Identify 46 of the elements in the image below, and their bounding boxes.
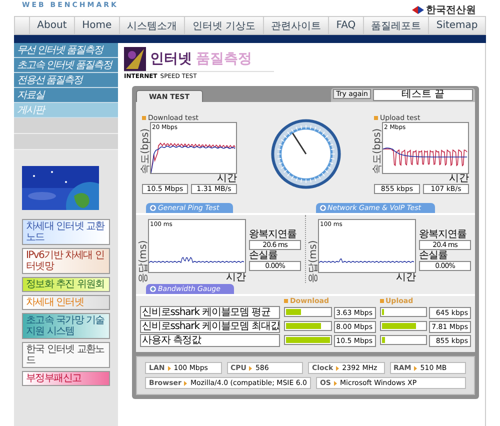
axis-label: 응답(ms): [140, 239, 148, 283]
plus-icon: [320, 205, 326, 211]
nav-link[interactable]: Home: [74, 17, 119, 34]
brand-name: 한국전산원: [426, 4, 476, 17]
nav-link[interactable]: 관련사이트: [262, 17, 328, 34]
nav-link[interactable]: FAQ: [328, 17, 363, 34]
plus-icon: [150, 286, 156, 292]
arrow-icon: [184, 380, 188, 386]
row-label: 신비로sshark 케이블모뎀 평균: [140, 306, 280, 319]
brand-logo-icon: [412, 6, 424, 14]
arrow-icon: [249, 366, 252, 370]
nav-link[interactable]: Sitemap: [428, 17, 485, 34]
nav-link[interactable]: 인터넷 기상도: [184, 17, 263, 34]
banner-link[interactable]: 한국 인터넷 교환노드: [22, 342, 110, 368]
status-field: 테스트 끝: [373, 89, 473, 101]
nav-link[interactable]: 품질레포트: [362, 17, 428, 34]
time-label: 시간: [449, 174, 469, 184]
sidebar-item[interactable]: 초고속 인터넷 품질측정: [14, 58, 118, 73]
delay-label: 왕복지연률: [249, 229, 298, 240]
plus-icon: [150, 205, 156, 211]
sidebar-item[interactable]: 자료실: [14, 88, 118, 103]
axis-label: 속도(bps): [142, 126, 150, 174]
nav-link[interactable]: About: [29, 17, 74, 34]
title-text: 인터넷: [150, 50, 192, 68]
banner-link[interactable]: 정보화 추진 위원회: [22, 277, 110, 292]
banner-link[interactable]: 부정부패신고: [22, 371, 110, 386]
time-label: 시간: [217, 174, 237, 184]
row-label: 사용자 측정값: [140, 334, 280, 347]
arrow-icon: [414, 366, 418, 370]
delay-label: 왕복지연률: [419, 229, 468, 240]
arrow-icon: [334, 380, 337, 386]
sidebar-item[interactable]: 전용선 품질측정: [14, 73, 118, 88]
banner-link[interactable]: 초고속 국가망 기술지원 시스템: [22, 313, 110, 339]
nav-link[interactable]: 시스템소개: [118, 17, 184, 34]
arrow-icon: [336, 366, 340, 370]
banner-link[interactable]: IPv6기반 차세대 인터넷망: [22, 248, 110, 274]
sidebar-item[interactable]: 무선 인터넷 품질측정: [14, 43, 118, 58]
title-text: 품질측정: [196, 50, 252, 68]
arrow-icon: [168, 366, 171, 370]
loss-label: 손실률: [419, 250, 448, 261]
time-label: 시간: [226, 273, 246, 283]
loss-label: 손실률: [249, 250, 278, 261]
axis-label: 속도(bps): [374, 126, 382, 174]
banner-link[interactable]: 차세대 인터넷 교환노드: [22, 219, 110, 245]
time-label: 시간: [396, 273, 416, 283]
axis-label: 응답(ms): [310, 239, 318, 283]
